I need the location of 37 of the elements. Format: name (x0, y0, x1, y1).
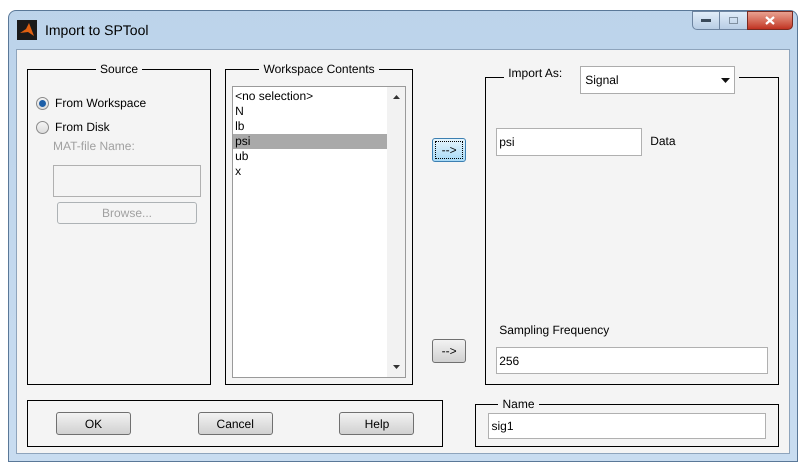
panel-title: Workspace Contents (262, 61, 376, 78)
scrollbar[interactable] (387, 87, 406, 377)
dropdown-caret-icon (721, 78, 730, 82)
window-title: Import to SPTool (45, 20, 148, 40)
sampling-frequency-label: Sampling Frequency (499, 322, 610, 339)
import-as-label: Import As: (508, 65, 562, 82)
scroll-down-icon (392, 365, 400, 369)
list-item[interactable]: <no selection> (233, 89, 388, 104)
list-item[interactable]: lb (233, 119, 388, 134)
list-item[interactable]: x (233, 164, 388, 179)
variable-list[interactable]: <no selection> N lb psi ub x (232, 86, 406, 378)
data-label: Data (650, 133, 676, 150)
name-field[interactable]: sig1 (488, 413, 766, 439)
list-item[interactable]: N (233, 104, 388, 119)
list-item[interactable]: ub (233, 149, 388, 164)
app-logo-icon (17, 20, 37, 40)
close-button[interactable] (747, 11, 793, 30)
arrow-button[interactable]: --> (432, 339, 466, 363)
radio-button[interactable] (36, 96, 49, 110)
radio-label: From Disk (55, 119, 110, 136)
list-item[interactable]: psi (233, 134, 388, 149)
maximize-button[interactable] (720, 11, 747, 30)
radio-button[interactable] (36, 120, 49, 134)
dialog-button[interactable]: Cancel (198, 412, 273, 435)
close-icon (765, 16, 775, 25)
radio-label: From Workspace (55, 95, 146, 112)
sampling-frequency-field[interactable]: 256 (496, 347, 768, 374)
field-label: MAT-file Name: (53, 138, 136, 155)
import-type-dropdown[interactable]: Signal (580, 66, 736, 94)
minimize-button[interactable] (692, 11, 720, 30)
panel-title: Name (501, 396, 536, 413)
data-field[interactable]: psi (496, 128, 642, 156)
arrow-button[interactable]: --> (432, 138, 466, 162)
scroll-up-icon (392, 95, 400, 99)
dialog-button[interactable]: OK (56, 412, 131, 435)
dialog-button[interactable]: Help (339, 412, 414, 435)
panel-title: Source (99, 61, 140, 78)
